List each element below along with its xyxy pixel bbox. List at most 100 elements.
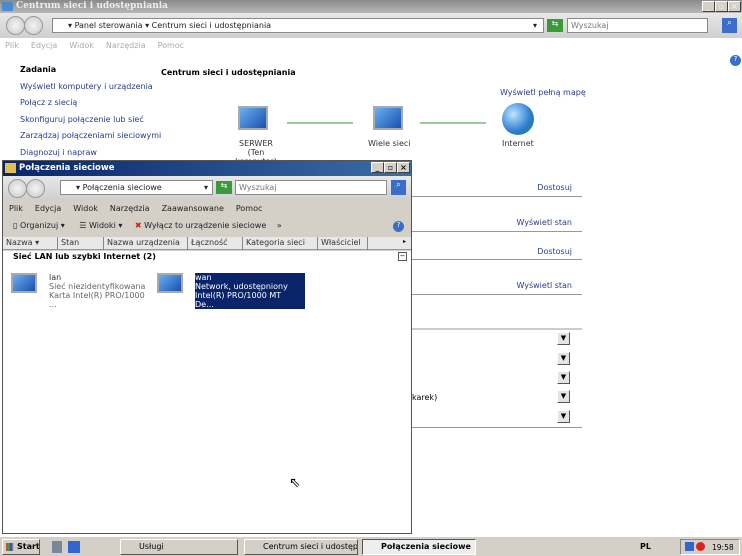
full-map-link[interactable]: Wyświetl pełną mapę [500,88,586,97]
maximize-button[interactable]: ▫ [384,162,397,173]
breadcrumb-item[interactable]: Połączenia sieciowe [83,183,162,192]
column-headers: Nazwa ▾ Stan Nazwa urządzenia Łączność K… [3,237,411,250]
close-button[interactable]: × [728,1,741,12]
column-network-category[interactable]: Kategoria sieci [243,237,318,250]
task-link[interactable]: Zarządzaj połączeniami sieciowymi [20,131,161,140]
column-status[interactable]: Stan [58,237,104,250]
expand-button[interactable]: ▼ [557,332,570,345]
taskbar-button-network-connections[interactable]: Połączenia sieciowe [362,539,476,555]
address-field[interactable]: ▾ Połączenia sieciowe ▾ [60,180,213,195]
inner-title-bar: Połączenia sieciowe _ ▫ × [3,161,411,176]
group-header[interactable]: Sieć LAN lub szybki Internet (2) [13,252,156,261]
menu-help[interactable]: Pomoc [236,204,263,213]
chevron-down-icon[interactable]: ▾ [533,19,537,32]
connection-line [420,122,486,124]
menu-tools[interactable]: Narzędzia [110,204,150,213]
system-tray: 19:58 [680,539,740,555]
outer-title-bar: Centrum sieci i udostępniania _ ▫ × [0,0,742,13]
customize-link[interactable]: Dostosuj [537,247,572,256]
internet-label: Internet [502,139,534,148]
scroll-right-button[interactable]: ▸ [403,238,411,249]
networks-icon[interactable] [373,106,403,130]
window-title: Centrum sieci i udostępniania [16,1,168,11]
taskbar: Start Usługi Centrum sieci i udostępni..… [0,536,742,556]
task-link[interactable]: Diagnozuj i napraw [20,148,97,157]
minimize-button[interactable]: _ [702,1,715,12]
start-button[interactable]: Start [2,539,40,555]
task-link[interactable]: Połącz z siecią [20,98,77,107]
expand-button[interactable]: ▼ [557,371,570,384]
language-indicator[interactable]: PL [640,542,651,551]
inner-address-bar: ▾ Połączenia sieciowe ▾ ⇆ Wyszukaj ⌕ [3,176,411,200]
window-title: Połączenia sieciowe [19,163,115,173]
minimize-button[interactable]: _ [371,162,384,173]
breadcrumb-item[interactable]: Panel sterowania [75,21,143,30]
search-input[interactable]: Wyszukaj [235,180,387,195]
task-link[interactable]: Wyświetl komputery i urządzenia [20,82,153,91]
maximize-button[interactable]: ▫ [715,1,728,12]
globe-icon[interactable] [502,103,534,135]
expand-button[interactable]: ▼ [557,390,570,403]
customize-link[interactable]: Dostosuj [537,183,572,192]
menu-tools[interactable]: Narzędzia [106,41,146,50]
network-connections-window: Połączenia sieciowe _ ▫ × ▾ Połączenia s… [2,160,412,534]
back-button[interactable] [6,16,25,35]
menu-edit[interactable]: Edycja [35,204,61,213]
views-button[interactable]: ☰ Widoki ▾ [79,221,122,230]
network-tray-icon[interactable] [685,542,694,551]
outer-address-bar: ▾ Panel sterowania ▾ Centrum sieci i udo… [0,13,742,38]
column-owner[interactable]: Właściciel [318,237,368,250]
menu-help[interactable]: Pomoc [158,41,185,50]
menu-file[interactable]: Plik [5,41,19,50]
inner-menu-bar: Plik Edycja Widok Narzędzia Zaawansowane Pomo… [9,204,274,213]
chevron-down-icon[interactable]: ▾ [204,181,208,194]
server-manager-icon[interactable] [68,541,80,553]
clock[interactable]: 19:58 [712,543,734,552]
search-icon[interactable]: ⌕ [722,18,737,33]
forward-button[interactable] [24,16,43,35]
disable-device-button[interactable]: ✖ Wyłącz to urządzenie sieciowe [135,221,266,230]
network-adapter-icon [11,273,37,293]
taskbar-button-network-center[interactable]: Centrum sieci i udostępni... [244,539,358,555]
show-desktop-icon[interactable] [52,541,62,553]
help-icon[interactable]: ? [730,55,741,66]
task-link[interactable]: Skonfiguruj połączenie lub sieć [20,115,144,124]
menu-view[interactable]: Widok [73,204,98,213]
security-alert-icon[interactable] [696,542,705,551]
expand-button[interactable]: ▼ [557,352,570,365]
close-button[interactable]: × [397,162,410,173]
column-connectivity[interactable]: Łączność [188,237,243,250]
connection-line [287,122,353,124]
networks-label: Wiele sieci [368,139,411,148]
connection-item-wan[interactable]: wan Network, udostępniony Intel(R) PRO/100… [155,271,305,309]
page-title: Centrum sieci i udostępniania [161,68,296,77]
outer-menu-bar: Plik Edycja Widok Narzędzia Pomoc [5,41,196,50]
refresh-icon[interactable]: ⇆ [547,19,563,32]
view-status-link[interactable]: Wyświetl stan [516,218,572,227]
back-button[interactable] [8,179,27,198]
taskbar-button-services[interactable]: Usługi [120,539,238,555]
help-icon[interactable]: ? [393,221,404,232]
breadcrumb-item[interactable]: Centrum sieci i udostępniania [152,21,271,30]
column-name[interactable]: Nazwa ▾ [3,237,58,250]
menu-edit[interactable]: Edycja [31,41,57,50]
menu-advanced[interactable]: Zaawansowane [162,204,224,213]
search-input[interactable]: Wyszukaj [567,18,708,33]
view-status-link[interactable]: Wyświetl stan [516,281,572,290]
column-device-name[interactable]: Nazwa urządzenia [104,237,188,250]
address-field[interactable]: ▾ Panel sterowania ▾ Centrum sieci i udo… [52,18,544,33]
computer-icon[interactable] [238,106,268,130]
refresh-icon[interactable]: ⇆ [216,181,232,194]
organize-button[interactable]: ▯ Organizuj ▾ [13,221,65,230]
search-icon[interactable]: ⌕ [391,180,406,195]
menu-file[interactable]: Plik [9,204,23,213]
connection-item-lan[interactable]: lan Sieć niezidentyfikowana Karta Intel(R)… [9,271,149,309]
forward-button[interactable] [26,179,45,198]
menu-view[interactable]: Widok [69,41,94,50]
tasks-heading: Zadania [20,65,57,74]
collapse-icon[interactable]: − [398,252,407,261]
network-center-icon [2,2,13,11]
expand-button[interactable]: ▼ [557,410,570,423]
more-button[interactable]: » [277,221,282,230]
network-adapter-icon [157,273,183,293]
